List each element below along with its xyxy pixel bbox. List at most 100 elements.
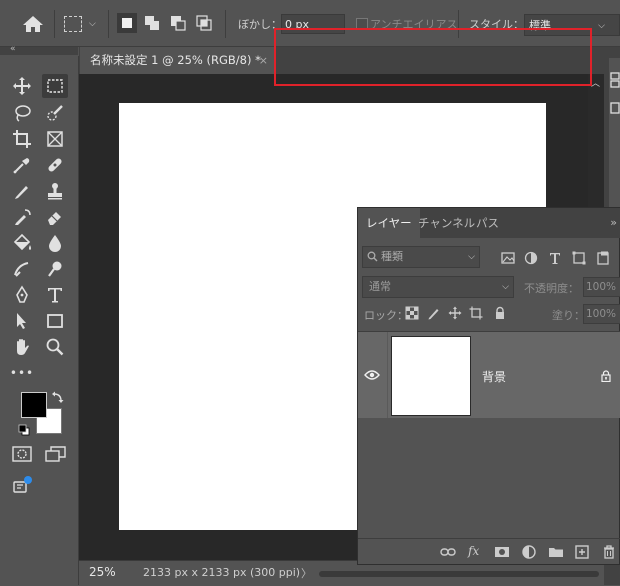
- clone-stamp-icon: [48, 183, 62, 200]
- more-tools-icon[interactable]: •••: [9, 361, 35, 385]
- crop-tool[interactable]: [9, 127, 35, 151]
- lasso-tool[interactable]: [9, 101, 35, 125]
- burn-tool[interactable]: [42, 257, 68, 281]
- clone-stamp-tool[interactable]: [42, 179, 68, 203]
- new-selection-icon: [122, 18, 132, 28]
- quick-select-icon: [47, 105, 63, 121]
- divider: [225, 10, 226, 38]
- crop-icon: [13, 130, 31, 148]
- fill-input[interactable]: 100%: [583, 304, 620, 324]
- blend-mode-value: 通常: [369, 280, 391, 293]
- blur-icon: [49, 235, 61, 252]
- eraser-tool[interactable]: [42, 205, 68, 229]
- screen-mode-icon[interactable]: [45, 446, 67, 462]
- link-icon[interactable]: [440, 544, 456, 560]
- collapse-toolbar-icon[interactable]: «: [10, 44, 16, 54]
- healing-brush-tool[interactable]: [42, 153, 68, 177]
- divider: [387, 332, 388, 418]
- panel-icon-strip: [609, 58, 620, 208]
- add-selection-button[interactable]: [142, 13, 162, 33]
- layer-filter-select[interactable]: 種類 ⌵: [362, 246, 480, 268]
- layer-thumbnail: [391, 336, 471, 416]
- eyedropper-tool[interactable]: [9, 153, 35, 177]
- frame-icon: [47, 131, 63, 147]
- zoom-level[interactable]: 25%: [89, 565, 116, 579]
- healing-brush-icon: [48, 158, 62, 172]
- paint-bucket-tool[interactable]: [9, 231, 35, 255]
- layer-row[interactable]: 背景: [358, 332, 620, 418]
- share-icon[interactable]: [13, 475, 35, 495]
- group-folder-icon[interactable]: [548, 544, 564, 560]
- lock-icon[interactable]: [600, 370, 612, 382]
- fx-icon[interactable]: fx: [468, 544, 484, 560]
- close-icon[interactable]: ×: [259, 47, 268, 74]
- new-layer-icon[interactable]: [574, 544, 590, 560]
- move-tool[interactable]: [9, 74, 35, 98]
- blur-tool[interactable]: [42, 231, 68, 255]
- hand-tool[interactable]: [9, 335, 35, 359]
- foreground-color-swatch[interactable]: [21, 392, 47, 418]
- filter-smart-object-icon[interactable]: [595, 250, 611, 266]
- lock-row: ロック： 塗り： 100%: [358, 304, 620, 326]
- search-icon: [367, 251, 378, 262]
- frame-tool[interactable]: [42, 127, 68, 151]
- opacity-input[interactable]: 100%: [583, 277, 620, 297]
- tab-paths[interactable]: パス: [468, 208, 507, 238]
- filter-pixel-icon[interactable]: [500, 250, 516, 266]
- dodge-tool[interactable]: [9, 257, 35, 281]
- move-icon: [13, 77, 31, 95]
- swap-colors-icon[interactable]: [51, 390, 65, 404]
- marquee-tool[interactable]: [42, 74, 68, 98]
- lock-transparent-icon[interactable]: [405, 306, 419, 320]
- quick-select-tool[interactable]: [42, 101, 68, 125]
- adjustment-icon[interactable]: [521, 544, 537, 560]
- divider: [108, 10, 109, 38]
- lock-position-icon[interactable]: [448, 306, 462, 320]
- eyedropper-icon: [13, 158, 30, 174]
- layers-panel-footer: fx: [358, 538, 620, 565]
- filter-type-icon[interactable]: [547, 250, 563, 266]
- default-colors-icon[interactable]: [18, 424, 30, 436]
- lock-artboard-icon[interactable]: [469, 306, 483, 320]
- horizontal-scrollbar[interactable]: [319, 571, 599, 577]
- rectangle-tool[interactable]: [42, 309, 68, 333]
- history-brush-tool[interactable]: [9, 205, 35, 229]
- marquee-icon: [47, 79, 63, 93]
- lock-all-icon[interactable]: [493, 306, 507, 320]
- panel-list-icon[interactable]: [610, 102, 620, 114]
- quick-mask-icon[interactable]: [12, 446, 32, 462]
- panel-grid-icon[interactable]: [610, 72, 620, 88]
- filter-shape-icon[interactable]: [571, 250, 587, 266]
- pen-tool[interactable]: [9, 283, 35, 307]
- subtract-selection-button[interactable]: [168, 13, 188, 33]
- filter-adjustment-icon[interactable]: [523, 250, 539, 266]
- burn-icon: [48, 261, 62, 277]
- chevron-down-icon: ⌵: [502, 282, 509, 292]
- marquee-preset-icon[interactable]: [64, 16, 82, 32]
- rectangle-icon: [47, 314, 63, 328]
- history-brush-icon: [15, 209, 31, 225]
- toolbar: •••: [0, 56, 79, 585]
- mask-icon[interactable]: [494, 544, 510, 560]
- intersect-selection-button[interactable]: [194, 13, 214, 33]
- layer-name[interactable]: 背景: [482, 368, 506, 385]
- intersect-selection-icon: [196, 15, 212, 31]
- opacity-label: 不透明度：: [524, 282, 579, 295]
- panel-menu-icon[interactable]: »: [610, 216, 617, 229]
- trash-icon[interactable]: [601, 544, 617, 560]
- chevron-down-icon[interactable]: ⌵: [89, 19, 96, 29]
- new-selection-button[interactable]: [117, 13, 137, 33]
- blend-mode-select[interactable]: 通常 ⌵: [362, 276, 514, 298]
- document-tab[interactable]: 名称未設定 1 @ 25% (RGB/8) * ×: [80, 47, 276, 74]
- chevron-down-icon: ⌵: [598, 21, 605, 31]
- path-select-tool[interactable]: [9, 309, 35, 333]
- zoom-tool[interactable]: [42, 335, 68, 359]
- home-icon[interactable]: [21, 15, 45, 33]
- chevron-up-icon[interactable]: ︿: [591, 76, 600, 89]
- type-icon: [48, 288, 62, 303]
- type-tool[interactable]: [42, 283, 68, 307]
- lock-image-icon[interactable]: [427, 306, 441, 320]
- eye-icon[interactable]: [364, 369, 380, 381]
- status-menu-arrow[interactable]: 〉: [301, 565, 312, 581]
- brush-tool[interactable]: [9, 179, 35, 203]
